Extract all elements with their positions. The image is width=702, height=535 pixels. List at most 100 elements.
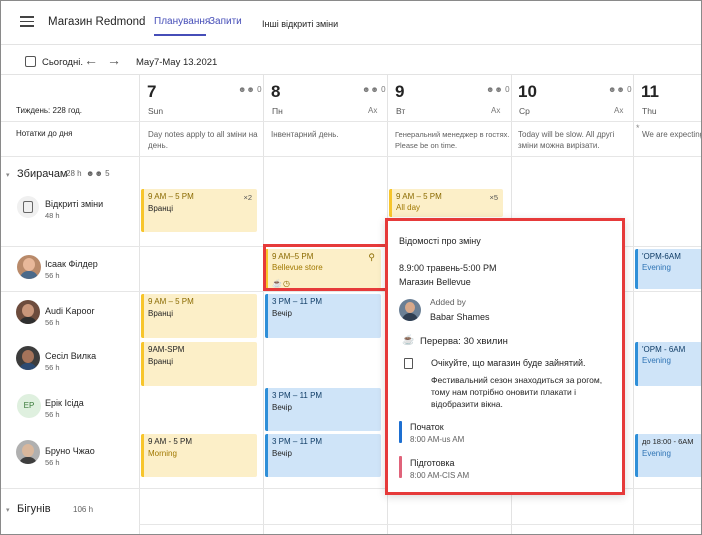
row-divider <box>0 156 702 157</box>
shift-label: Вечір <box>272 449 292 458</box>
shift-time: 3 PM – 11 PM <box>272 297 323 306</box>
activity-name: Підготовка <box>410 458 455 468</box>
date-range[interactable]: May7-May 13.2021 <box>136 57 217 68</box>
day-number: 8 <box>271 82 281 101</box>
shift-time: 9 AM – 5 PM <box>396 192 442 201</box>
day-notes-label: Нотатки до дня <box>16 129 73 138</box>
person-name[interactable]: Audi Kapoor <box>45 306 95 316</box>
day-name: Пн <box>272 106 283 116</box>
shift-card[interactable]: 3 PM – 11 PM Вечір <box>265 388 381 431</box>
note-body: Фестивальний сезон знаходиться за рогом,… <box>431 375 603 409</box>
open-shift-card[interactable]: 9 AM – 5 PM Вранці ×2 <box>141 189 257 232</box>
shift-card[interactable]: 9AM-SPM Вранці <box>141 342 257 386</box>
people-icon: ☻☻ <box>86 169 103 178</box>
popup-title: Відомості про зміну <box>399 236 481 246</box>
person-name[interactable]: Сесіл Вилка <box>45 351 96 361</box>
popup-shift-time: 8.9:00 травень-5:00 PM <box>399 263 497 273</box>
shift-label: Вранці <box>148 357 174 366</box>
person-name[interactable]: Ерік Ісіда <box>45 398 84 408</box>
added-by-label: Added by <box>430 297 466 307</box>
shift-count-badge: ×5 <box>489 193 498 202</box>
shift-card[interactable]: 'OPM - 6AM Evening <box>635 342 702 386</box>
shift-card[interactable]: 'OPM-6AM Evening <box>635 249 702 289</box>
shift-details-popup: Відомості про зміну 8.9:00 травень-5:00 … <box>385 218 625 495</box>
note-marker: * <box>636 123 640 133</box>
popup-store: Магазин Bellevue <box>399 277 471 287</box>
column-divider <box>139 75 140 535</box>
day-number: 9 <box>395 82 405 101</box>
active-tab-indicator <box>154 34 206 36</box>
open-shifts-label: Відкриті зміни <box>45 199 104 209</box>
person-hours: 56 h <box>45 363 60 372</box>
shift-card[interactable]: 9 AM - 5 PM Morning <box>141 434 257 477</box>
shift-card[interactable]: 9 AM – 5 PM Вранці <box>141 294 257 338</box>
person-name[interactable]: Ісаак Філдер <box>45 259 98 269</box>
people-icon: ☻☻ <box>238 85 255 94</box>
day-people-count: ☻☻ 0 <box>608 85 632 94</box>
shift-card[interactable]: до 18:00 - 6AM Evening <box>635 434 702 477</box>
shift-time: до 18:00 - 6AM <box>642 437 694 446</box>
person-hours: 56 h <box>45 458 60 467</box>
toolbar-divider <box>0 74 702 75</box>
shift-label: Morning <box>148 449 177 458</box>
next-week-arrow-icon[interactable]: → <box>107 52 121 68</box>
column-divider <box>263 75 264 535</box>
chevron-down-icon[interactable]: ▾ <box>6 171 10 179</box>
day-people-count: ☻☻ 0 <box>238 85 262 94</box>
tab-schedule[interactable]: Планування <box>154 16 210 27</box>
group-title[interactable]: Збирачам <box>17 168 68 180</box>
tab-requests[interactable]: Запити <box>209 16 242 27</box>
day-extra: Ax <box>368 106 378 115</box>
day-extra: Ax <box>491 106 501 115</box>
people-icon: ☻☻ <box>486 85 503 94</box>
shift-time: 9 AM – 5 PM <box>148 297 194 306</box>
avatar-initials: EP <box>17 394 41 418</box>
shift-label: Вранці <box>148 204 174 213</box>
shift-label: Вечір <box>272 403 292 412</box>
shift-count-badge: ×2 <box>243 193 252 202</box>
shift-card[interactable]: 3 PM – 11 PM Вечір <box>265 294 381 338</box>
activity-time: 8:00 AM-CIS AM <box>410 471 470 480</box>
hamburger-menu-icon[interactable] <box>20 16 34 27</box>
today-button[interactable]: Сьогодні. <box>42 57 83 68</box>
shift-label: Evening <box>642 449 671 458</box>
shift-time: 3 PM – 11 PM <box>272 391 323 400</box>
day-note[interactable]: Інвентарний день. <box>271 129 381 140</box>
day-name: Thu <box>642 106 657 116</box>
shift-time: 9 AM – 5 PM <box>148 192 194 201</box>
tab-other-open-shifts[interactable]: Інші відкриті зміни <box>262 19 338 29</box>
person-hours: 56 h <box>45 410 60 419</box>
author-name: Babar Shames <box>430 312 490 322</box>
break-cup-icon: ☕ <box>402 335 415 346</box>
avatar <box>16 440 40 464</box>
avatar <box>16 346 40 370</box>
prev-week-arrow-icon[interactable]: ← <box>84 52 98 68</box>
activity-color-bar <box>399 456 402 478</box>
note-headline: Очікуйте, що магазин буде зайнятий. <box>431 358 586 368</box>
day-name: Ср <box>519 106 530 116</box>
note-icon <box>404 358 413 369</box>
day-note[interactable]: Day notes apply to all зміни на день. <box>148 129 258 151</box>
person-hours: 56 h <box>45 318 60 327</box>
shift-time: 9AM-SPM <box>148 345 185 354</box>
person-name[interactable]: Бруно Чжао <box>45 446 95 456</box>
people-icon: ☻☻ <box>608 85 625 94</box>
selected-shift-highlight <box>263 244 387 291</box>
chevron-down-icon[interactable]: ▾ <box>6 506 10 514</box>
calendar-today-icon[interactable] <box>25 56 36 67</box>
author-avatar <box>399 299 421 321</box>
day-number: 10 <box>518 82 537 101</box>
day-note[interactable]: We are expecting будьте зайняті. <box>642 129 702 140</box>
people-icon: ☻☻ <box>362 85 379 94</box>
day-people-count: ☻☻ 0 <box>486 85 510 94</box>
open-shifts-hours: 48 h <box>45 211 60 220</box>
group-title[interactable]: Бігунів <box>17 503 51 515</box>
break-duration: Перерва: 30 хвилин <box>420 336 508 347</box>
day-note[interactable]: Генеральний менеджер в гостях. Please be… <box>395 129 511 151</box>
column-divider <box>633 75 634 535</box>
shift-card[interactable]: 3 PM – 11 PM Вечір <box>265 434 381 477</box>
open-shift-card[interactable]: 9 AM – 5 PM All day ×5 <box>389 189 503 217</box>
shift-label: Вранці <box>148 309 174 318</box>
day-note[interactable]: Today will be slow. All другі зміни можн… <box>518 129 630 151</box>
activity-time: 8:00 AM-us AM <box>410 435 465 444</box>
